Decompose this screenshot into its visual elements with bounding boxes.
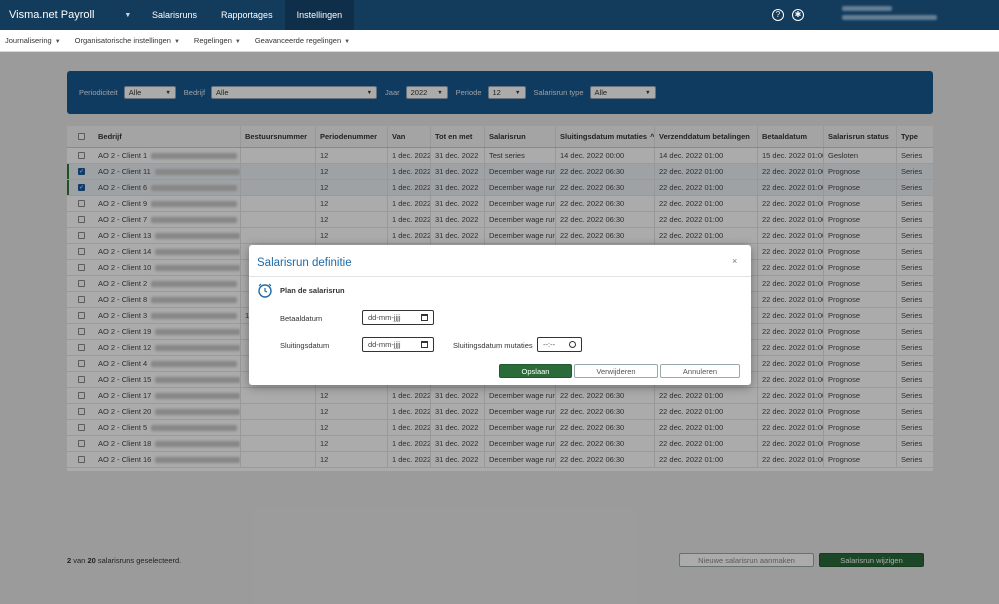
subnav-organisatorische-instellingen[interactable]: Organisatorische instellingen ▼ [75, 36, 180, 45]
calendar-icon[interactable] [421, 341, 428, 348]
salarisrun-definitie-dialog: Salarisrun definitie × Plan de salarisru… [249, 245, 751, 385]
nav-rapportages[interactable]: Rapportages [209, 0, 285, 30]
alarm-clock-icon [258, 283, 272, 298]
sluitingsdatum-input[interactable]: dd-mm-jjjj [362, 337, 434, 352]
top-navigation-bar: Visma.net Payroll ▼ Salarisruns Rapporta… [0, 0, 999, 30]
app-title: Visma.net Payroll [9, 9, 95, 21]
help-circle-icon[interactable]: ? [772, 9, 784, 21]
nav-instellingen[interactable]: Instellingen [284, 0, 355, 30]
calendar-icon[interactable] [421, 314, 428, 321]
save-button[interactable]: Opslaan [499, 364, 572, 378]
chevron-down-icon: ▼ [234, 39, 241, 45]
accessibility-icon[interactable]: ✱ [792, 9, 804, 21]
subnav-geavanceerde-regelingen[interactable]: Geavanceerde regelingen ▼ [255, 36, 350, 45]
user-info[interactable] [842, 6, 937, 24]
sluitingsdatum-mutaties-label: Sluitingsdatum mutaties [453, 341, 533, 350]
dialog-title: Salarisrun definitie [257, 257, 352, 269]
delete-button[interactable]: Verwijderen [574, 364, 658, 378]
subnav-journalisering[interactable]: Journalisering ▼ [5, 36, 61, 45]
divider [249, 276, 751, 277]
main-nav: Salarisruns Rapportages Instellingen [140, 0, 355, 30]
subnav-regelingen[interactable]: Regelingen ▼ [194, 36, 241, 45]
nav-salarisruns[interactable]: Salarisruns [140, 0, 209, 30]
app-brand[interactable]: Visma.net Payroll ▼ [0, 0, 140, 30]
sluitingsdatum-label: Sluitingsdatum [280, 341, 330, 350]
cancel-button[interactable]: Annuleren [660, 364, 740, 378]
clock-icon[interactable] [569, 341, 576, 348]
betaaldatum-label: Betaaldatum [280, 314, 323, 323]
dialog-subtitle: Plan de salarisrun [280, 286, 345, 295]
chevron-down-icon[interactable]: ▼ [124, 12, 131, 19]
chevron-down-icon: ▼ [173, 39, 180, 45]
sluitingsdatum-mutaties-time-input[interactable]: --:-- [537, 337, 582, 352]
close-icon[interactable]: × [732, 256, 737, 266]
settings-subnav: Journalisering ▼ Organisatorische instell… [0, 30, 999, 52]
chevron-down-icon: ▼ [344, 39, 351, 45]
chevron-down-icon: ▼ [54, 39, 61, 45]
betaaldatum-input[interactable]: dd-mm-jjjj [362, 310, 434, 325]
